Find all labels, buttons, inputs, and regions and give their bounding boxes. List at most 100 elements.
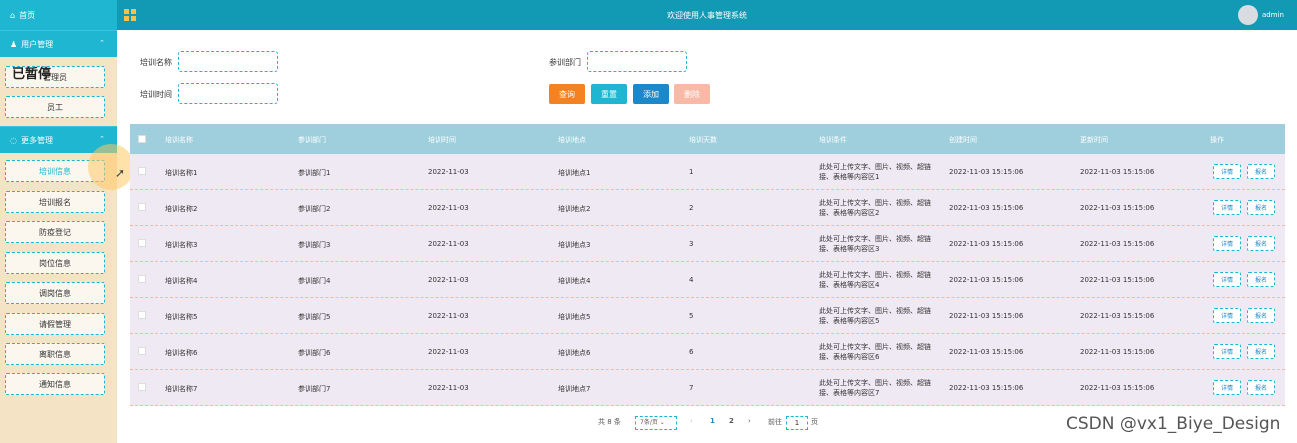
signup-button[interactable]: 报名 bbox=[1247, 164, 1275, 179]
sidebar-item-notice[interactable]: 通知信息 bbox=[5, 373, 105, 395]
sidebar-home-label: 首页 bbox=[19, 10, 36, 20]
delete-button[interactable]: 删除 bbox=[674, 84, 710, 104]
row-checkbox[interactable] bbox=[138, 311, 146, 319]
row-checkbox[interactable] bbox=[138, 275, 146, 283]
cell-training-time: 2022-11-03 bbox=[428, 168, 469, 176]
avatar[interactable] bbox=[1238, 5, 1258, 25]
username[interactable]: admin bbox=[1262, 11, 1284, 19]
cell-training-condition: 此处可上传文字、图片、视频、超链接、表格等内容区4 bbox=[819, 271, 931, 289]
goto-page-input[interactable]: 1 bbox=[786, 416, 808, 430]
detail-button[interactable]: 详情 bbox=[1213, 272, 1241, 287]
table-row[interactable]: 培训名称3 参训部门3 2022-11-03 培训地点3 3 此处可上传文字、图片、视频、… bbox=[130, 226, 1285, 262]
add-button[interactable]: 添加 bbox=[633, 84, 669, 104]
reset-button[interactable]: 重置 bbox=[591, 84, 627, 104]
cell-created-time: 2022-11-03 15:15:06 bbox=[949, 240, 1024, 248]
signup-button[interactable]: 报名 bbox=[1247, 200, 1275, 215]
detail-button[interactable]: 详情 bbox=[1213, 380, 1241, 395]
sidebar-item-positions[interactable]: 岗位信息 bbox=[5, 252, 105, 274]
cell-training-name: 培训名称6 bbox=[165, 349, 198, 357]
cell-training-name: 培训名称7 bbox=[165, 385, 198, 393]
signup-button[interactable]: 报名 bbox=[1247, 344, 1275, 359]
page-number[interactable]: 2 bbox=[729, 417, 734, 425]
select-all-checkbox[interactable] bbox=[138, 135, 146, 143]
cell-training-name: 培训名称1 bbox=[165, 169, 198, 177]
detail-button[interactable]: 详情 bbox=[1213, 236, 1241, 251]
column-header[interactable]: 培训地点 bbox=[558, 135, 586, 145]
cell-training-name: 培训名称4 bbox=[165, 277, 198, 285]
cell-training-days: 5 bbox=[689, 312, 694, 320]
sidebar-item-label: 岗位信息 bbox=[39, 258, 71, 268]
sidebar: ⌂ 首页 ♟ 用户管理 ⌃ 管理员 已暂停 员工 ◌ 更多管理 ⌃ 培训信息 培… bbox=[0, 0, 117, 443]
sidebar-item-label: 调岗信息 bbox=[39, 288, 71, 298]
cell-training-condition: 此处可上传文字、图片、视频、超链接、表格等内容区2 bbox=[819, 199, 931, 217]
prev-page-button[interactable]: ‹ bbox=[690, 417, 693, 425]
column-header[interactable]: 创建时间 bbox=[949, 135, 977, 145]
sidebar-item-home[interactable]: ⌂ 首页 bbox=[0, 0, 117, 30]
table-row[interactable]: 培训名称4 参训部门4 2022-11-03 培训地点4 4 此处可上传文字、图片、视频、… bbox=[130, 262, 1285, 298]
column-header[interactable]: 参训部门 bbox=[298, 135, 326, 145]
detail-button[interactable]: 详情 bbox=[1213, 308, 1241, 323]
table-row[interactable]: 培训名称5 参训部门5 2022-11-03 培训地点5 5 此处可上传文字、图片、视频、… bbox=[130, 298, 1285, 334]
cell-created-time: 2022-11-03 15:15:06 bbox=[949, 276, 1024, 284]
row-checkbox[interactable] bbox=[138, 347, 146, 355]
signup-button[interactable]: 报名 bbox=[1247, 272, 1275, 287]
table-row[interactable]: 培训名称6 参训部门6 2022-11-03 培训地点6 6 此处可上传文字、图片、视频、… bbox=[130, 334, 1285, 370]
sidebar-item-resign[interactable]: 离职信息 bbox=[5, 343, 105, 365]
page-number[interactable]: 1 bbox=[710, 417, 715, 425]
cell-training-time: 2022-11-03 bbox=[428, 240, 469, 248]
column-header[interactable]: 培训天数 bbox=[689, 135, 717, 145]
cell-training-time: 2022-11-03 bbox=[428, 384, 469, 392]
cell-training-days: 4 bbox=[689, 276, 694, 284]
sidebar-item-transfer[interactable]: 调岗信息 bbox=[5, 282, 105, 304]
signup-button[interactable]: 报名 bbox=[1247, 236, 1275, 251]
sidebar-item-epidemic[interactable]: 防疫登记 bbox=[5, 221, 105, 243]
cell-training-place: 培训地点3 bbox=[558, 241, 591, 249]
goto-label: 前往 bbox=[768, 418, 782, 426]
sidebar-group-label: 用户管理 bbox=[21, 39, 54, 49]
signup-button[interactable]: 报名 bbox=[1247, 308, 1275, 323]
row-checkbox[interactable] bbox=[138, 167, 146, 175]
column-header: 操作 bbox=[1210, 136, 1224, 144]
cell-training-days: 1 bbox=[689, 168, 694, 176]
page-size-select[interactable]: 7条/页 ⌄ bbox=[635, 416, 677, 430]
signup-button[interactable]: 报名 bbox=[1247, 380, 1275, 395]
department-input[interactable] bbox=[587, 51, 687, 72]
chat-icon: ◌ bbox=[10, 135, 17, 145]
table-row[interactable]: 培训名称1 参训部门1 2022-11-03 培训地点1 1 此处可上传文字、图片、视频、… bbox=[130, 154, 1285, 190]
training-time-input[interactable] bbox=[178, 83, 278, 104]
sidebar-item-leave[interactable]: 请假管理 bbox=[5, 313, 105, 335]
column-header[interactable]: 培训时间 bbox=[428, 135, 456, 145]
row-checkbox[interactable] bbox=[138, 203, 146, 211]
training-name-input[interactable] bbox=[178, 51, 278, 72]
cell-training-condition: 此处可上传文字、图片、视频、超链接、表格等内容区3 bbox=[819, 235, 931, 253]
cell-training-condition: 此处可上传文字、图片、视频、超链接、表格等内容区1 bbox=[819, 163, 931, 181]
cell-created-time: 2022-11-03 15:15:06 bbox=[949, 348, 1024, 356]
filter-dept-label: 参训部门 bbox=[549, 58, 581, 67]
cell-training-place: 培训地点1 bbox=[558, 169, 591, 177]
sidebar-item-label: 防疫登记 bbox=[39, 227, 71, 237]
chevron-down-icon: ⌄ bbox=[659, 419, 665, 426]
search-button[interactable]: 查询 bbox=[549, 84, 585, 104]
cell-training-time: 2022-11-03 bbox=[428, 204, 469, 212]
table-row[interactable]: 培训名称7 参训部门7 2022-11-03 培训地点7 7 此处可上传文字、图片、视频、… bbox=[130, 370, 1285, 406]
detail-button[interactable]: 详情 bbox=[1213, 200, 1241, 215]
cell-training-time: 2022-11-03 bbox=[428, 312, 469, 320]
row-checkbox[interactable] bbox=[138, 239, 146, 247]
sidebar-item-training-signup[interactable]: 培训报名 bbox=[5, 191, 105, 213]
detail-button[interactable]: 详情 bbox=[1213, 344, 1241, 359]
cursor-highlight bbox=[88, 144, 134, 190]
cell-training-place: 培训地点4 bbox=[558, 277, 591, 285]
sidebar-group-user[interactable]: ♟ 用户管理 ⌃ bbox=[0, 30, 117, 57]
sidebar-item-label: 培训报名 bbox=[39, 197, 71, 207]
column-header[interactable]: 更新时间 bbox=[1080, 135, 1108, 145]
table-row[interactable]: 培训名称2 参训部门2 2022-11-03 培训地点2 2 此处可上传文字、图片、视频、… bbox=[130, 190, 1285, 226]
column-header[interactable]: 培训名称 bbox=[165, 135, 193, 145]
cell-training-time: 2022-11-03 bbox=[428, 276, 469, 284]
sidebar-item-employee[interactable]: 员工 bbox=[5, 96, 105, 118]
cell-department: 参训部门4 bbox=[298, 277, 331, 285]
column-header[interactable]: 培训条件 bbox=[819, 135, 847, 145]
mouse-pointer-icon: ➚ bbox=[115, 166, 126, 180]
detail-button[interactable]: 详情 bbox=[1213, 164, 1241, 179]
next-page-button[interactable]: › bbox=[748, 417, 751, 425]
row-checkbox[interactable] bbox=[138, 383, 146, 391]
